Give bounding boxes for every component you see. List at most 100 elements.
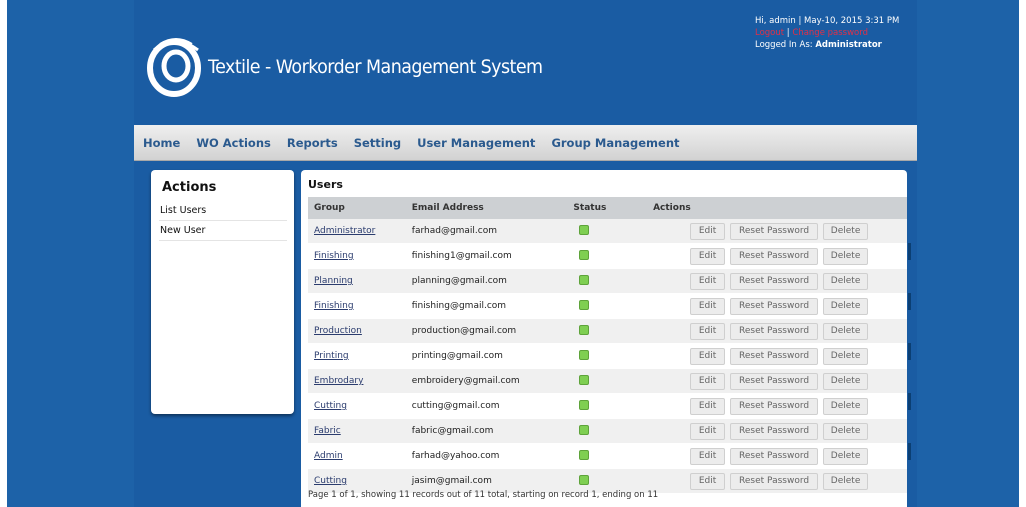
- page-background: Textile - Workorder Management System Hi…: [7, 0, 1019, 507]
- reset-password-button[interactable]: Reset Password: [730, 222, 819, 240]
- nav-home[interactable]: Home: [143, 136, 180, 150]
- edit-button[interactable]: Edit: [690, 297, 726, 315]
- delete-button[interactable]: Delete: [823, 322, 869, 340]
- email-cell: finishing1@gmail.com: [405, 243, 574, 269]
- reset-password-button[interactable]: Reset Password: [730, 447, 819, 465]
- reset-password-button[interactable]: Reset Password: [730, 422, 819, 440]
- group-link[interactable]: Cutting: [314, 476, 347, 486]
- scroll-marker: [908, 243, 911, 260]
- status-cell: [573, 293, 654, 319]
- group-link[interactable]: Printing: [314, 351, 349, 361]
- reset-password-button[interactable]: Reset Password: [730, 472, 819, 490]
- email-cell: embroidery@gmail.com: [405, 368, 574, 394]
- scroll-marker: [908, 443, 911, 460]
- status-active-icon: [579, 399, 590, 410]
- table-row: Cutting cutting@gmail.com Edit Reset Passwo…: [308, 393, 907, 419]
- delete-button[interactable]: Delete: [823, 472, 869, 490]
- email-cell: production@gmail.com: [405, 318, 574, 344]
- column-header-group[interactable]: Group: [308, 197, 406, 219]
- reset-password-button[interactable]: Reset Password: [730, 372, 819, 390]
- app-title: Textile - Workorder Management System: [208, 56, 543, 78]
- reset-password-button[interactable]: Reset Password: [730, 397, 819, 415]
- nav-user-management[interactable]: User Management: [417, 136, 535, 150]
- reset-password-button[interactable]: Reset Password: [730, 297, 819, 315]
- edit-button[interactable]: Edit: [690, 422, 726, 440]
- edit-button[interactable]: Edit: [690, 347, 726, 365]
- status-cell: [573, 443, 654, 469]
- logout-link[interactable]: Logout: [755, 28, 784, 38]
- sidebar-item-list-users[interactable]: List Users: [159, 201, 287, 221]
- delete-button[interactable]: Delete: [823, 272, 869, 290]
- reset-password-button[interactable]: Reset Password: [730, 322, 819, 340]
- edit-button[interactable]: Edit: [690, 222, 726, 240]
- group-link[interactable]: Finishing: [314, 251, 354, 261]
- actions-cell: Edit Reset Password Delete: [653, 318, 907, 344]
- email-cell: finishing@gmail.com: [405, 293, 574, 319]
- delete-button[interactable]: Delete: [823, 397, 869, 415]
- page-title: Users: [308, 178, 343, 191]
- status-cell: [573, 219, 654, 244]
- delete-button[interactable]: Delete: [823, 372, 869, 390]
- email-cell: planning@gmail.com: [405, 268, 574, 294]
- app-frame: Textile - Workorder Management System Hi…: [134, 0, 917, 507]
- scroll-marker: [908, 293, 911, 310]
- group-link[interactable]: Cutting: [314, 401, 347, 411]
- status-cell: [573, 393, 654, 419]
- edit-button[interactable]: Edit: [690, 322, 726, 340]
- nav-setting[interactable]: Setting: [354, 136, 401, 150]
- status-cell: [573, 418, 654, 444]
- edit-button[interactable]: Edit: [690, 447, 726, 465]
- status-active-icon: [579, 249, 590, 260]
- table-row: Finishing finishing1@gmail.com Edit Reset P…: [308, 243, 907, 269]
- reset-password-button[interactable]: Reset Password: [730, 247, 819, 265]
- reset-password-button[interactable]: Reset Password: [730, 347, 819, 365]
- actions-cell: Edit Reset Password Delete: [653, 343, 907, 369]
- table-row: Planning planning@gmail.com Edit Reset Pass…: [308, 268, 907, 294]
- change-password-link[interactable]: Change password: [792, 28, 868, 38]
- edit-button[interactable]: Edit: [690, 272, 726, 290]
- status-active-icon: [579, 274, 590, 285]
- main-nav: Home WO Actions Reports Setting User Man…: [134, 125, 917, 161]
- edit-button[interactable]: Edit: [690, 397, 726, 415]
- table-row: Administrator farhad@gmail.com Edit Reset P…: [308, 219, 907, 244]
- group-link[interactable]: Administrator: [314, 226, 375, 236]
- sidebar-item-new-user[interactable]: New User: [159, 221, 287, 241]
- column-header-status[interactable]: Status: [573, 197, 654, 219]
- group-link[interactable]: Admin: [314, 451, 343, 461]
- header: Textile - Workorder Management System Hi…: [134, 0, 917, 125]
- nav-group-management[interactable]: Group Management: [551, 136, 679, 150]
- delete-button[interactable]: Delete: [823, 222, 869, 240]
- status-active-icon: [579, 424, 590, 435]
- reset-password-button[interactable]: Reset Password: [730, 272, 819, 290]
- nav-wo-actions[interactable]: WO Actions: [196, 136, 271, 150]
- delete-button[interactable]: Delete: [823, 347, 869, 365]
- group-cell: Planning: [308, 268, 406, 294]
- group-cell: Printing: [308, 343, 406, 369]
- edit-button[interactable]: Edit: [690, 247, 726, 265]
- group-cell: Embrodary: [308, 368, 406, 394]
- delete-button[interactable]: Delete: [823, 422, 869, 440]
- group-link[interactable]: Finishing: [314, 301, 354, 311]
- sidebar-title: Actions: [162, 180, 217, 195]
- group-cell: Finishing: [308, 243, 406, 269]
- edit-button[interactable]: Edit: [690, 472, 726, 490]
- edit-button[interactable]: Edit: [690, 372, 726, 390]
- status-active-icon: [579, 449, 590, 460]
- actions-cell: Edit Reset Password Delete: [653, 393, 907, 419]
- status-active-icon: [579, 374, 590, 385]
- group-link[interactable]: Embrodary: [314, 376, 363, 386]
- delete-button[interactable]: Delete: [823, 297, 869, 315]
- delete-button[interactable]: Delete: [823, 447, 869, 465]
- status-cell: [573, 268, 654, 294]
- logged-in-role: Administrator: [815, 40, 882, 50]
- status-active-icon: [579, 299, 590, 310]
- actions-cell: Edit Reset Password Delete: [653, 243, 907, 269]
- nav-reports[interactable]: Reports: [287, 136, 338, 150]
- actions-cell: Edit Reset Password Delete: [653, 219, 907, 244]
- group-link[interactable]: Production: [314, 326, 362, 336]
- actions-cell: Edit Reset Password Delete: [653, 418, 907, 444]
- group-link[interactable]: Planning: [314, 276, 353, 286]
- delete-button[interactable]: Delete: [823, 247, 869, 265]
- group-link[interactable]: Fabric: [314, 426, 341, 436]
- column-header-email[interactable]: Email Address: [405, 197, 574, 219]
